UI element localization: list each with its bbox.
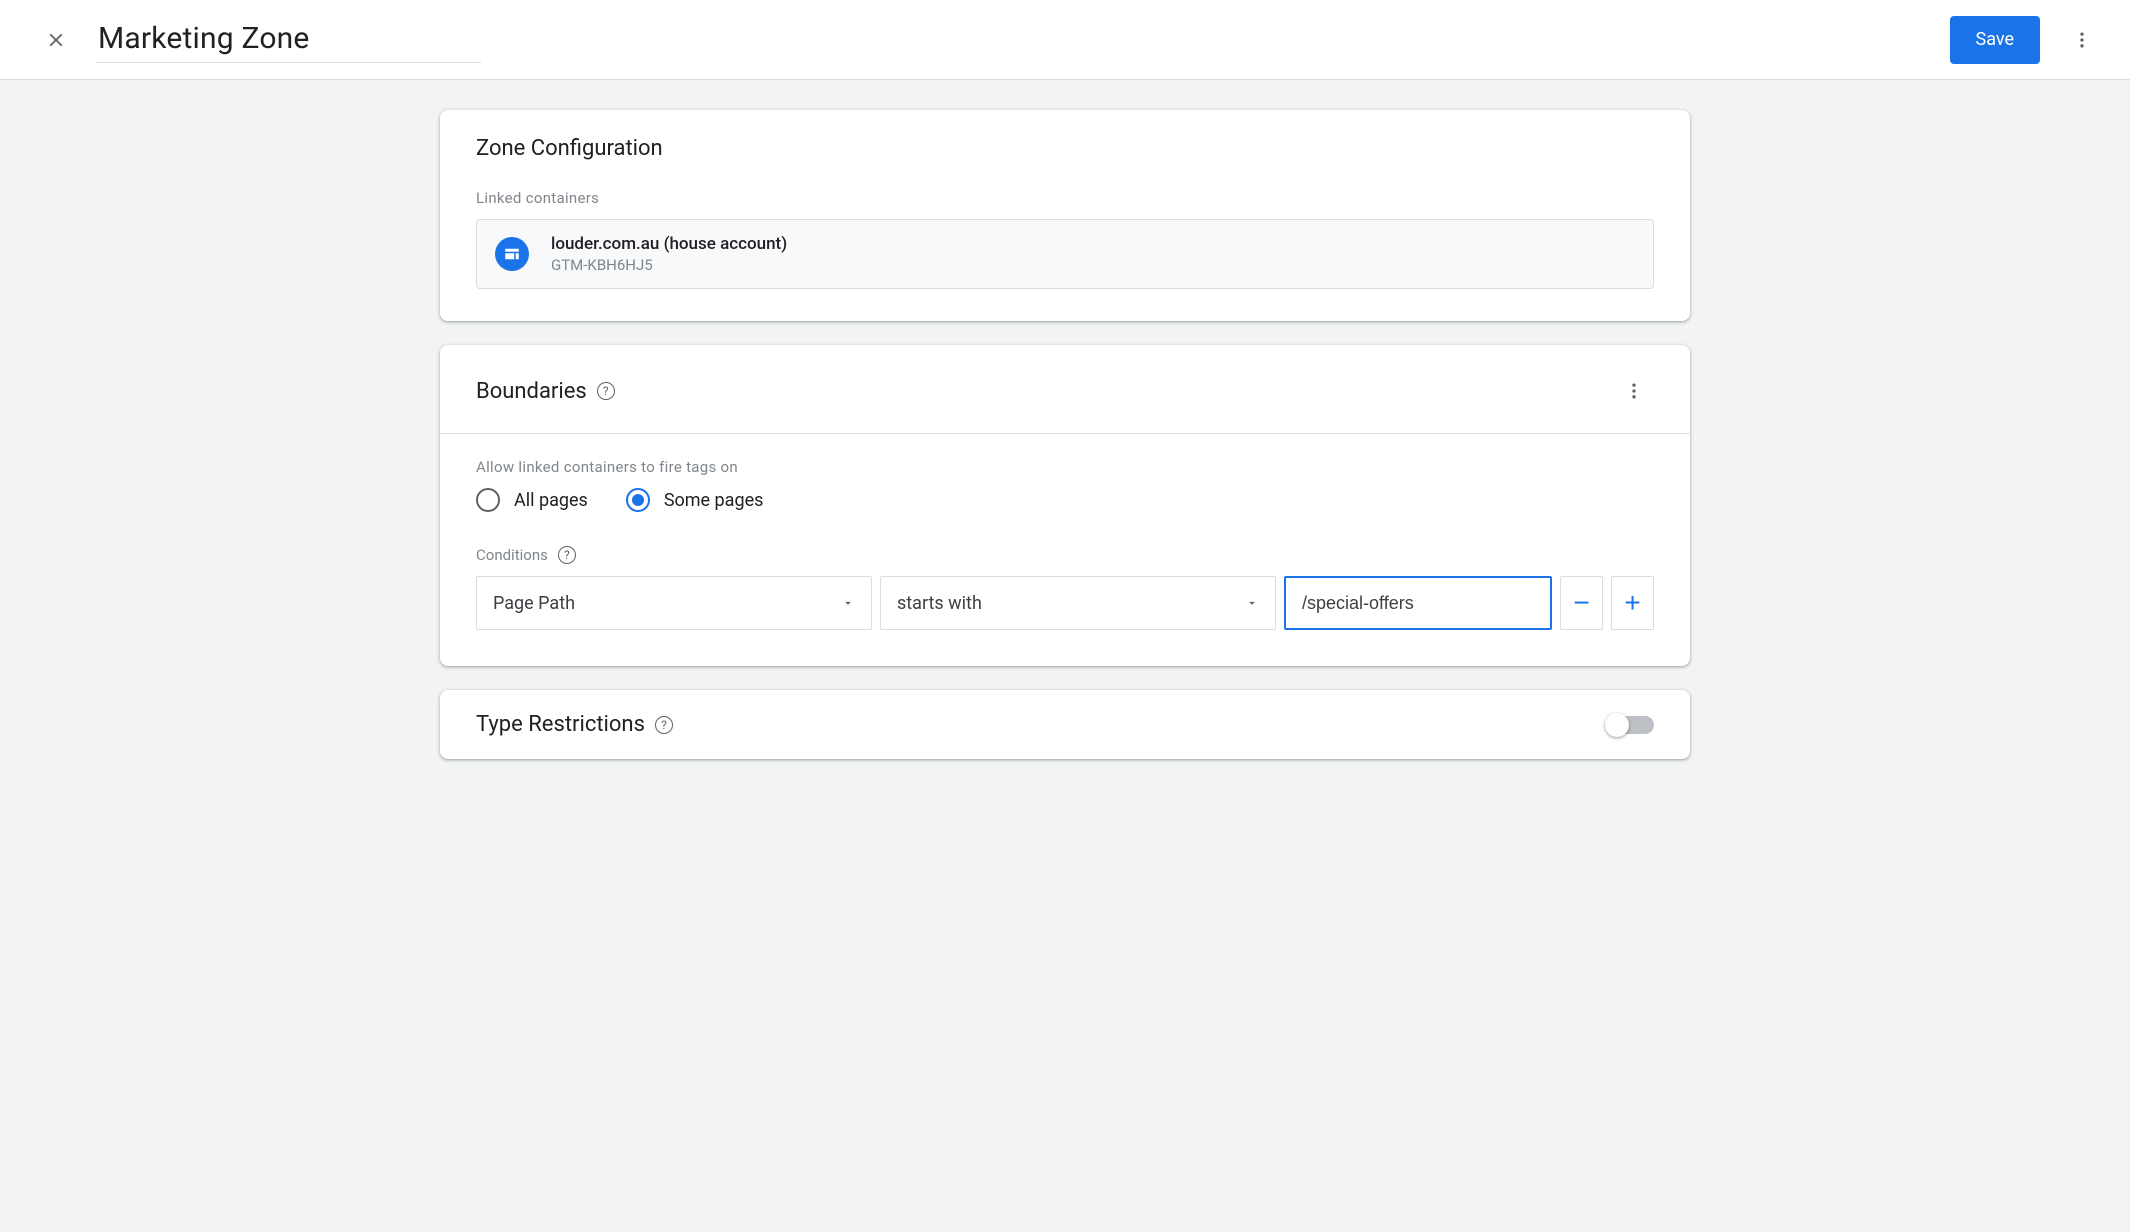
boundaries-more-button[interactable]: [1614, 371, 1654, 411]
chevron-down-icon: [841, 596, 855, 610]
boundaries-radio-group: All pages Some pages: [476, 488, 1654, 512]
condition-operator-select[interactable]: starts with: [880, 576, 1276, 630]
boundaries-card: Boundaries ? Allow linked containers to …: [440, 345, 1690, 666]
linked-container-row[interactable]: louder.com.au (house account) GTM-KBH6HJ…: [476, 219, 1654, 289]
help-icon[interactable]: ?: [597, 382, 615, 400]
toggle-knob: [1605, 713, 1629, 737]
condition-operator-value: starts with: [897, 593, 1245, 614]
type-restrictions-card: Type Restrictions ?: [440, 690, 1690, 759]
top-bar: Save: [0, 0, 2130, 80]
zone-configuration-title: Zone Configuration: [476, 136, 1654, 161]
boundaries-title: Boundaries: [476, 379, 587, 404]
chevron-down-icon: [1245, 596, 1259, 610]
plus-icon: +: [1624, 587, 1640, 619]
header-more-button[interactable]: [2062, 20, 2102, 60]
zone-title-input[interactable]: [96, 17, 481, 63]
type-restrictions-toggle[interactable]: [1608, 716, 1654, 734]
minus-icon: −: [1573, 587, 1589, 619]
container-icon: [495, 237, 529, 271]
close-icon: [45, 29, 67, 51]
condition-variable-value: Page Path: [493, 593, 841, 614]
radio-some-pages[interactable]: Some pages: [626, 488, 764, 512]
condition-value-input[interactable]: [1284, 576, 1552, 630]
radio-all-pages-label: All pages: [514, 490, 588, 511]
more-vert-icon: [1624, 381, 1644, 401]
radio-some-pages-label: Some pages: [664, 490, 764, 511]
more-vert-icon: [2072, 30, 2092, 50]
container-id: GTM-KBH6HJ5: [551, 256, 787, 274]
zone-configuration-card: Zone Configuration Linked containers lou…: [440, 110, 1690, 321]
container-name: louder.com.au (house account): [551, 234, 787, 254]
condition-variable-select[interactable]: Page Path: [476, 576, 872, 630]
save-button[interactable]: Save: [1950, 16, 2041, 64]
radio-all-pages[interactable]: All pages: [476, 488, 588, 512]
conditions-label: Conditions: [476, 546, 548, 564]
close-button[interactable]: [36, 20, 76, 60]
allow-fire-label: Allow linked containers to fire tags on: [476, 458, 1654, 476]
type-restrictions-title: Type Restrictions: [476, 712, 645, 737]
help-icon[interactable]: ?: [655, 716, 673, 734]
add-condition-button[interactable]: +: [1611, 576, 1654, 630]
condition-row: Page Path starts with − +: [476, 576, 1654, 630]
help-icon[interactable]: ?: [558, 546, 576, 564]
remove-condition-button[interactable]: −: [1560, 576, 1603, 630]
linked-containers-label: Linked containers: [476, 189, 1654, 207]
content-area: Zone Configuration Linked containers lou…: [440, 80, 1690, 823]
